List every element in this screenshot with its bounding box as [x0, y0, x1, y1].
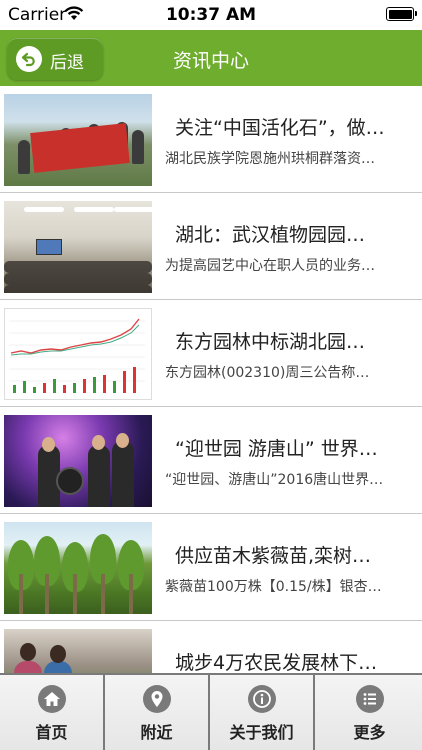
news-thumbnail — [4, 94, 152, 186]
news-list[interactable]: 关注“中国活化石”，做… 湖北民族学院恩施州珙桐群落资… 湖北：武汉植物园园… … — [0, 86, 422, 673]
news-thumbnail — [4, 415, 152, 507]
status-bar: Carrier 10:37 AM — [0, 0, 422, 30]
tab-home[interactable]: 首页 — [0, 675, 105, 750]
back-button-label: 后退 — [50, 53, 84, 73]
tab-bar: 首页 附近 关于我们 更多 — [0, 673, 422, 750]
news-summary: 湖北民族学院恩施州珙桐群落资… — [165, 151, 375, 167]
nav-bar: 后退 资讯中心 — [0, 30, 422, 86]
clock: 10:37 AM — [165, 5, 257, 25]
more-list-icon — [355, 685, 384, 713]
tab-label: 更多 — [353, 723, 386, 742]
news-title: 城步4万农民发展林下… — [175, 652, 378, 673]
news-summary: “迎世园、游唐山”2016唐山世界… — [165, 472, 384, 488]
news-thumbnail — [4, 522, 152, 614]
news-title: “迎世园 游唐山” 世界… — [175, 438, 378, 460]
news-title: 关注“中国活化石”，做… — [175, 117, 385, 139]
tab-about-us[interactable]: 关于我们 — [210, 675, 315, 750]
tab-label: 关于我们 — [229, 723, 294, 742]
location-pin-icon — [142, 685, 171, 713]
news-list-item[interactable]: 东方园林中标湖北园… 东方园林(002310)周三公告称… — [0, 300, 422, 407]
news-thumbnail — [4, 201, 152, 293]
tab-nearby[interactable]: 附近 — [105, 675, 210, 750]
news-list-item[interactable]: 城步4万农民发展林下… — [0, 621, 422, 673]
news-summary: 东方园林(002310)周三公告称… — [165, 365, 370, 381]
tab-label: 附近 — [140, 723, 173, 742]
tab-more[interactable]: 更多 — [317, 675, 422, 750]
news-thumbnail — [4, 308, 152, 400]
tab-label: 首页 — [35, 723, 68, 742]
news-list-item[interactable]: 湖北：武汉植物园园… 为提高园艺中心在职人员的业务… — [0, 193, 422, 300]
news-list-item[interactable]: 关注“中国活化石”，做… 湖北民族学院恩施州珙桐群落资… — [0, 86, 422, 193]
news-title: 东方园林中标湖北园… — [175, 331, 366, 353]
back-arrow-icon — [16, 46, 42, 72]
battery-icon — [386, 7, 417, 21]
news-list-item[interactable]: 供应苗木紫薇苗,栾树… 紫薇苗100万株【0.15/株】银杏… — [0, 514, 422, 621]
back-button[interactable]: 后退 — [7, 38, 103, 80]
info-icon — [247, 685, 276, 713]
news-summary: 为提高园艺中心在职人员的业务… — [165, 258, 375, 274]
news-thumbnail — [4, 629, 152, 673]
home-icon — [37, 685, 66, 713]
news-list-item[interactable]: “迎世园 游唐山” 世界… “迎世园、游唐山”2016唐山世界… — [0, 407, 422, 514]
news-summary: 紫薇苗100万株【0.15/株】银杏… — [165, 579, 382, 595]
news-title: 湖北：武汉植物园园… — [175, 224, 366, 246]
news-title: 供应苗木紫薇苗,栾树… — [175, 545, 372, 567]
